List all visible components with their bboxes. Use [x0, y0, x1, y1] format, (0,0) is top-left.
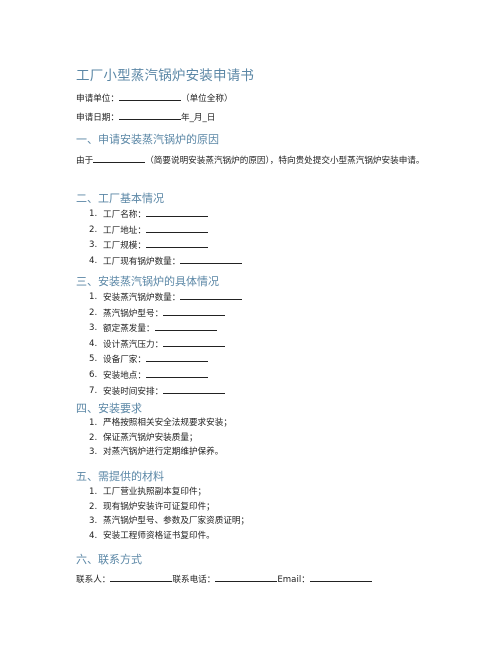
applicant-unit-blank[interactable] [118, 91, 181, 101]
contact-phone-blank[interactable] [215, 572, 278, 582]
section-heading-contact: 六、联系方式 [76, 553, 142, 566]
applicant-unit-suffix: （单位全称） [180, 94, 233, 104]
contact-phone-label: 联系电话： [172, 575, 216, 585]
list-item: 1. 安装蒸汽锅炉数量： [76, 290, 243, 306]
application-date-suffix: 年_月_日 [180, 113, 216, 123]
list-item: 2. 工厂地址： [76, 223, 242, 239]
list-item: 5. 设备厂家： [76, 352, 242, 368]
section-heading-materials: 五、需提供的材料 [76, 470, 164, 483]
application-date-label: 申请日期： [76, 113, 119, 123]
factory-name-blank[interactable] [145, 207, 208, 217]
installation-details-list: 1. 安装蒸汽锅炉数量： 2. 蒸汽锅炉型号： 3. 额定蒸发量： 4. 设计蒸汽压力：… [76, 290, 243, 400]
section-heading-requirements: 四、安装要求 [76, 402, 142, 415]
reason-suffix: （简要说明安装蒸汽锅炉的原因），特向贵处提交小型蒸汽锅炉安装申请。 [145, 156, 425, 166]
list-item: 3. 蒸汽锅炉型号、参数及厂家资质证明； [89, 516, 250, 527]
materials-list: 1. 工厂营业执照副本复印件； 2. 现有锅炉安装许可证复印件； 3. 蒸汽锅炉型号、… [76, 485, 249, 543]
rated-evaporation-blank[interactable] [154, 321, 217, 332]
install-schedule-blank[interactable] [163, 384, 226, 394]
factory-scale-blank[interactable] [145, 238, 208, 249]
section-heading-reason: 一、申请安装蒸汽锅炉的原因 [76, 133, 219, 146]
list-item: 1. 工厂营业执照副本复印件； [89, 487, 207, 497]
factory-address-blank[interactable] [145, 223, 208, 233]
boiler-model-blank[interactable] [163, 306, 226, 316]
contact-email-blank[interactable] [309, 572, 372, 582]
section-heading-factory-info: 二、工厂基本情况 [76, 192, 164, 205]
contact-line: 联系人： 联系电话： Email： [76, 572, 372, 587]
reason-prefix: 由于 [76, 156, 94, 166]
contact-email-label: Email： [277, 575, 310, 585]
list-item: 2. 蒸汽锅炉型号： [76, 306, 242, 322]
list-item: 6. 安装地点： [76, 368, 242, 384]
manufacturer-blank[interactable] [145, 352, 208, 363]
applicant-unit-label: 申请单位： [76, 94, 119, 104]
section-heading-installation-details: 三、安装蒸汽锅炉的具体情况 [76, 275, 219, 288]
contact-person-label: 联系人： [76, 575, 111, 585]
list-item: 3. 对蒸汽锅炉进行定期维护保养。 [89, 447, 224, 458]
list-item: 3. 额定蒸发量： [76, 321, 242, 337]
list-item: 7. 安装时间安排： [76, 384, 242, 400]
list-item: 2. 保证蒸汽锅炉安装质量； [89, 432, 198, 443]
application-date-line: 申请日期： 年_月_日 [76, 110, 215, 125]
design-pressure-blank[interactable] [163, 337, 226, 347]
list-item: 4. 设计蒸汽压力： [76, 337, 242, 353]
list-item: 2. 现有锅炉安装许可证复印件； [89, 501, 215, 512]
contact-person-blank[interactable] [110, 572, 173, 582]
reason-paragraph: 由于 （简要说明安装蒸汽锅炉的原因），特向贵处提交小型蒸汽锅炉安装申请。 [76, 153, 432, 168]
requirements-list: 1. 严格按照相关安全法规要求安装； 2. 保证蒸汽锅炉安装质量； 3. 对蒸汽锅炉进… [76, 416, 232, 460]
install-location-blank[interactable] [145, 368, 208, 378]
existing-boilers-blank[interactable] [180, 254, 243, 264]
list-item: 1. 工厂名称： [76, 207, 242, 223]
reason-blank[interactable] [93, 153, 146, 163]
list-item: 4. 安装工程师资格证书复印件。 [89, 530, 215, 541]
list-item: 1. 严格按照相关安全法规要求安装； [89, 418, 232, 428]
applicant-unit-line: 申请单位： （单位全称） [76, 91, 233, 106]
document-title: 工厂小型蒸汽锅炉安装申请书 [76, 68, 255, 84]
list-item: 4. 工厂现有锅炉数量： [76, 254, 243, 270]
boiler-quantity-blank[interactable] [180, 290, 243, 300]
factory-info-list: 1. 工厂名称： 2. 工厂地址： 3. 工厂规模： 4. 工厂现有锅炉数量： [76, 207, 243, 270]
list-item: 3. 工厂规模： [76, 238, 242, 254]
application-date-blank[interactable] [118, 110, 181, 120]
